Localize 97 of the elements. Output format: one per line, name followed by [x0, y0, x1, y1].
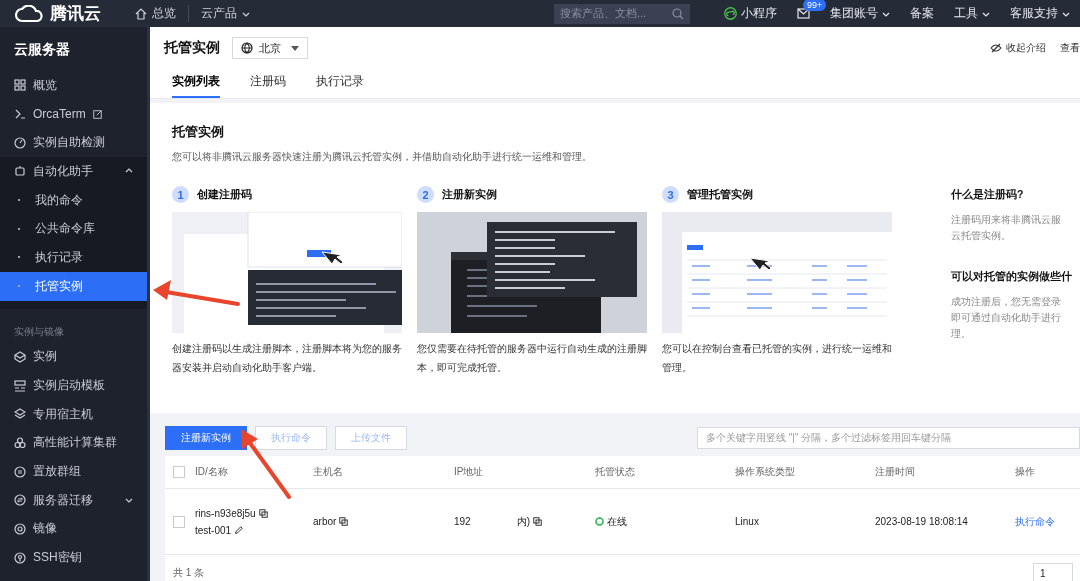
table-cell: Linux: [735, 516, 759, 527]
group-icon: [14, 465, 26, 478]
sidebar-item[interactable]: 专用宿主机: [0, 399, 147, 429]
column-header: 注册时间: [874, 465, 916, 479]
sidebar-item[interactable]: OrcaTerm: [0, 99, 147, 129]
mail-icon: [797, 8, 810, 19]
gauge-icon: [14, 136, 26, 149]
chevron-icon: [125, 496, 133, 505]
cluster-icon: [14, 436, 26, 449]
cloud-logo-icon: [14, 4, 44, 23]
top-link[interactable]: 小程序: [714, 5, 787, 22]
sidebar-item[interactable]: 高性能计算集群: [0, 428, 147, 458]
step-title: 管理托管实例: [687, 187, 753, 202]
column-header: 托管状态: [594, 465, 636, 479]
annotation-arrow: [241, 429, 291, 499]
faq-question: 可以对托管的实例做些什: [951, 270, 1072, 284]
status-text: 在线: [607, 514, 627, 529]
sidebar-item[interactable]: 自动化助手: [0, 157, 147, 186]
faq-answer: 注册码用来将非腾讯云服: [951, 213, 1062, 227]
table-cell: 2023-08-19 18:08:14: [875, 516, 968, 527]
eye-off-icon: [990, 42, 1002, 54]
section-label: 实例与镜像: [13, 324, 65, 339]
page-title: 托管实例: [164, 39, 220, 57]
step-number: 2: [417, 186, 434, 203]
checkbox[interactable]: [173, 466, 185, 478]
brand-name: 腾讯云: [50, 3, 101, 25]
count-badge: 99+: [803, 0, 827, 11]
instance-id: rins-n93e8j5u: [195, 507, 256, 519]
faq-answer: 成功注册后，您无需登录: [951, 295, 1062, 309]
layers-icon: [14, 408, 26, 421]
page-field[interactable]: 1: [1033, 563, 1073, 581]
checkbox[interactable]: [173, 515, 185, 528]
sidebar-item[interactable]: 公共命令库: [0, 214, 147, 244]
tab[interactable]: 实例列表: [172, 69, 220, 98]
region-select[interactable]: 北京: [232, 37, 308, 59]
copy-icon: [339, 517, 349, 526]
sidebar-item[interactable]: 实例: [0, 342, 147, 372]
sidebar-item[interactable]: 服务器迁移: [0, 485, 147, 515]
table-cell: arbor: [313, 516, 337, 527]
column-header: ID/名称: [165, 456, 305, 488]
sidebar-item[interactable]: 实例启动模板: [0, 371, 147, 400]
terminal-icon: [14, 108, 26, 121]
search-icon: [672, 7, 684, 20]
run-command-link[interactable]: 执行命令: [1015, 514, 1055, 529]
column-header: 主机名: [312, 465, 344, 479]
column-header: 操作: [1014, 465, 1036, 479]
sidebar-item[interactable]: 实例自助检测: [0, 128, 147, 158]
sidebar-item[interactable]: SSH密钥: [0, 543, 147, 572]
mini-program-icon: [724, 7, 737, 20]
instance-name: test-001: [195, 524, 232, 536]
grid-icon: [14, 79, 26, 92]
sidebar-item[interactable]: 概览: [0, 71, 147, 100]
sidebar-item[interactable]: 执行记录: [0, 243, 147, 272]
step-title: 注册新实例: [442, 187, 497, 202]
faq-question: 什么是注册码?: [951, 188, 1025, 202]
nav-link[interactable]: 云产品: [189, 5, 262, 22]
nav-link[interactable]: 总览: [123, 5, 189, 22]
step-description: 创建注册码以生成注册脚本，注册脚本将为您的服务器安装并启动自动化助手客户端。: [172, 342, 402, 375]
home-icon: [135, 7, 147, 20]
intro-description: 您可以将非腾讯云服务器快速注册为腾讯云托管实例，并借助自动化助手进行统一运维和管理。: [172, 150, 593, 164]
view-link[interactable]: 查看: [1060, 41, 1080, 55]
migrate-icon: [14, 494, 26, 507]
top-link[interactable]: 备案: [900, 5, 944, 22]
sidebar-item[interactable]: 我的命令: [0, 185, 147, 215]
step-number: 3: [662, 186, 679, 203]
cube-icon: [14, 350, 26, 363]
faq-answer: 云托管实例。: [951, 229, 1012, 243]
sidebar-item[interactable]: 托管实例: [0, 271, 147, 301]
caret-icon: [291, 45, 299, 51]
column-header: IP地址: [453, 465, 485, 479]
top-link[interactable]: 工具: [944, 5, 1000, 22]
step-number: 1: [172, 186, 189, 203]
top-link[interactable]: 客服支持: [1000, 5, 1080, 22]
column-header: 操作系统类型: [734, 465, 796, 479]
faq-answer: 即可通过自动化助手进行: [951, 311, 1062, 325]
disc-icon: [14, 522, 26, 535]
total-count: 共 1 条: [173, 566, 205, 580]
intro-title: 托管实例: [172, 123, 225, 141]
tab[interactable]: 注册码: [250, 69, 286, 98]
key-icon: [14, 551, 26, 564]
globe-icon: [241, 42, 253, 54]
sidebar-item[interactable]: 置放群组: [0, 457, 147, 486]
pencil-icon: [234, 525, 244, 535]
collapse-intro-link[interactable]: 收起介绍: [990, 41, 1046, 55]
tab[interactable]: 执行记录: [316, 69, 364, 98]
faq-answer: 理。: [951, 327, 972, 341]
table-cell: 内): [516, 514, 531, 529]
sidebar-title: 云服务器: [13, 40, 71, 59]
step-title: 创建注册码: [197, 187, 252, 202]
template-icon: [14, 379, 26, 392]
copy-icon: [258, 508, 268, 518]
step-description: 您仅需要在待托管的服务器中运行自动生成的注册脚本，即可完成托管。: [417, 342, 647, 375]
table-cell: 192: [454, 516, 471, 527]
copy-icon: [533, 517, 543, 526]
toolbar-button[interactable]: 注册新实例: [165, 426, 247, 450]
step-description: 您可以在控制台查看已托管的实例，进行统一运维和管理。: [662, 342, 892, 375]
sidebar-item[interactable]: 镜像: [0, 514, 147, 544]
